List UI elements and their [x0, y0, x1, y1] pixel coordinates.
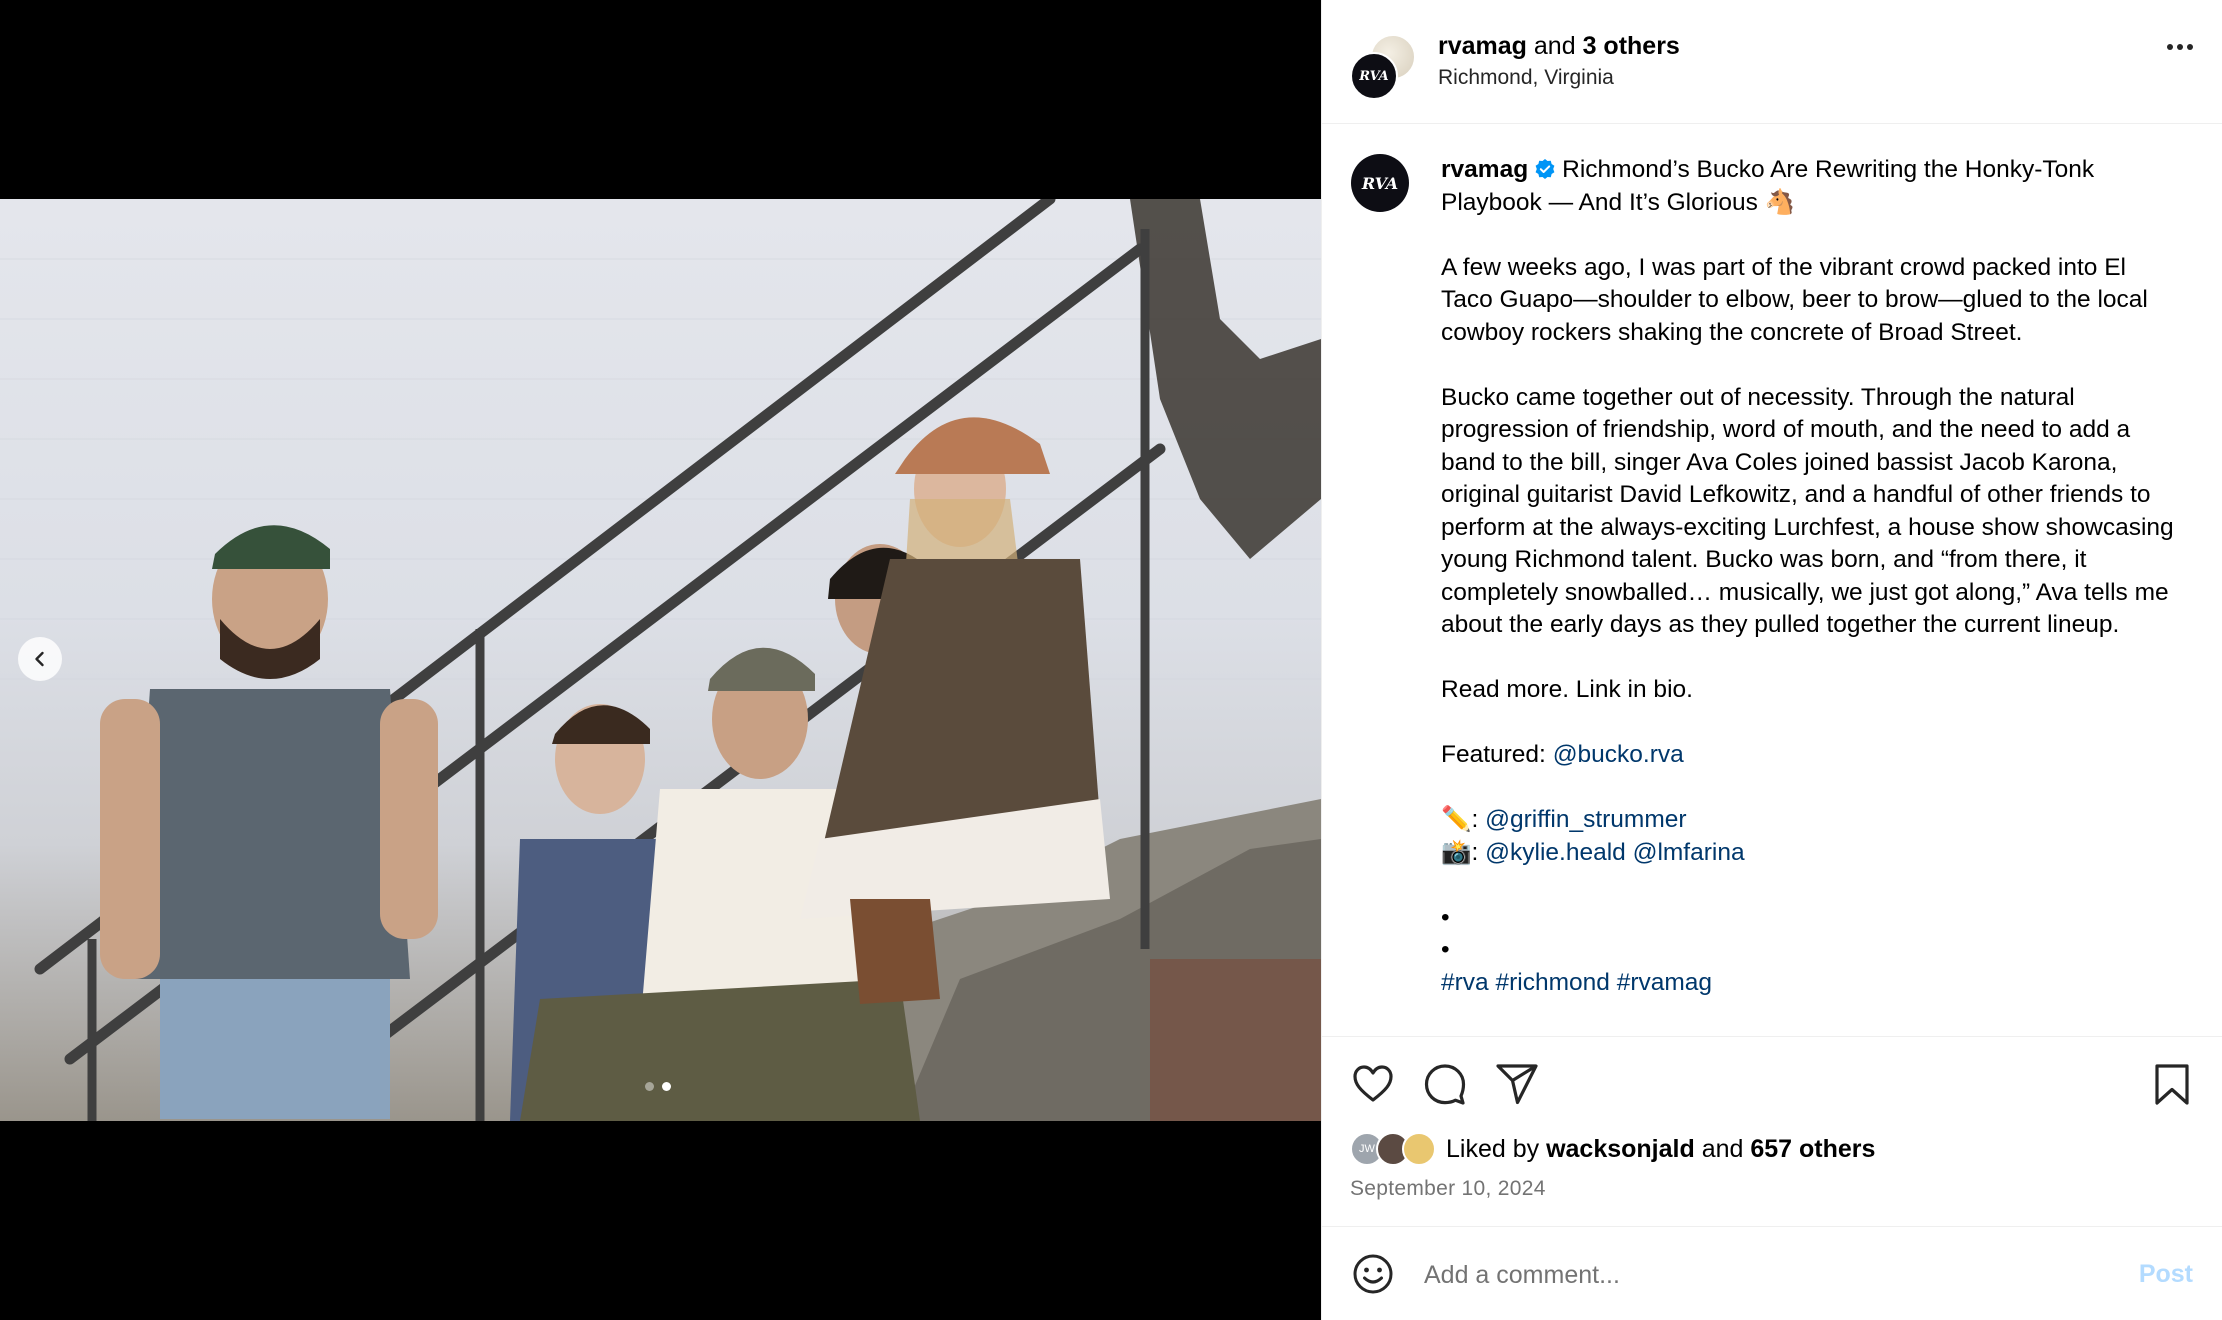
heart-icon[interactable]: [1350, 1061, 1396, 1107]
photographer-mention[interactable]: @kylie.heald: [1485, 839, 1626, 866]
caption-scroll-area[interactable]: RVA rvamag Richmond’s Bucko Are Rewritin…: [1322, 124, 2222, 1036]
coauthors-link[interactable]: 3 others: [1583, 32, 1680, 60]
likes-others-link[interactable]: 657 others: [1750, 1135, 1875, 1163]
caption-photo-credit: 📸: @kylie.heald @lmfarina: [1441, 837, 2181, 870]
comment-input[interactable]: [1422, 1249, 2066, 1301]
liker-avatar[interactable]: [1402, 1132, 1436, 1166]
photographer-mention[interactable]: @lmfarina: [1633, 839, 1745, 866]
carousel-dot-active: [662, 1082, 671, 1091]
post-actions: JW Liked by wacksonjald and 657 others S…: [1322, 1036, 2222, 1226]
caption-hashtags: #rva #richmond #rvamag: [1441, 967, 2181, 1000]
post-date[interactable]: September 10, 2024: [1350, 1177, 1546, 1201]
featured-label: Featured:: [1441, 741, 1546, 768]
post-authors: rvamag and 3 others: [1438, 30, 1680, 62]
writer-mention[interactable]: @griffin_strummer: [1485, 806, 1686, 833]
caption-paragraph: Bucko came together out of necessity. Th…: [1441, 383, 2174, 639]
bookmark-icon[interactable]: [2149, 1061, 2195, 1107]
post-comment-button[interactable]: Post: [2139, 1260, 2193, 1289]
carousel-indicator: [645, 1082, 671, 1091]
collab-avatars[interactable]: RVA: [1350, 34, 1416, 100]
carousel-dot: [645, 1082, 654, 1091]
likes-summary: JW Liked by wacksonjald and 657 others: [1350, 1132, 1875, 1166]
likes-text: Liked by wacksonjald and 657 others: [1446, 1135, 1875, 1164]
author-avatar[interactable]: RVA: [1350, 52, 1398, 100]
likes-joiner: and: [1701, 1134, 1744, 1163]
more-options-icon: [2167, 44, 2173, 50]
caption-writer-credit: ✏️: @griffin_strummer: [1441, 804, 2181, 837]
camera-emoji: 📸:: [1441, 838, 1479, 866]
hashtag-link[interactable]: #rva: [1441, 969, 1489, 996]
hashtag-link[interactable]: #richmond: [1495, 969, 1609, 996]
band-photo-illustration: [0, 199, 1321, 1121]
caption-read-more: Read more. Link in bio.: [1441, 676, 1693, 703]
caption-username[interactable]: rvamag: [1441, 156, 1528, 183]
post-header: RVA rvamag and 3 others Richmond, Virgin…: [1322, 0, 2222, 124]
caption-bullet: •: [1441, 936, 1450, 963]
post-caption: rvamag Richmond’s Bucko Are Rewriting th…: [1441, 154, 2181, 999]
chevron-left-icon: [35, 651, 44, 667]
hashtag-link[interactable]: #rvamag: [1617, 969, 1712, 996]
caption-paragraph: A few weeks ago, I was part of the vibra…: [1441, 253, 2148, 346]
post-media-viewer: [0, 0, 1321, 1320]
more-options-button[interactable]: [2167, 44, 2193, 50]
author-username[interactable]: rvamag: [1438, 32, 1527, 60]
carousel-prev-button[interactable]: [18, 637, 62, 681]
post-location[interactable]: Richmond, Virginia: [1438, 66, 1614, 90]
verified-badge-icon: [1535, 159, 1555, 179]
caption-headline-row: rvamag Richmond’s Bucko Are Rewriting th…: [1441, 154, 2181, 219]
likes-prefix: Liked by: [1446, 1134, 1540, 1163]
more-options-icon-dot: [2177, 44, 2183, 50]
paper-plane-icon[interactable]: [1494, 1061, 1540, 1107]
pencil-emoji: ✏️:: [1441, 806, 1479, 833]
comment-composer: Post: [1322, 1226, 2222, 1320]
comment-bubble-icon[interactable]: [1422, 1061, 1468, 1107]
post-photo: [0, 199, 1321, 1121]
caption-featured: Featured: @bucko.rva: [1441, 739, 2181, 772]
liker-username[interactable]: wacksonjald: [1546, 1135, 1695, 1163]
caption-author-avatar[interactable]: RVA: [1351, 154, 1409, 212]
caption-bullet: •: [1441, 903, 1450, 931]
more-options-icon-dot: [2187, 44, 2193, 50]
featured-mention[interactable]: @bucko.rva: [1553, 741, 1684, 768]
emoji-smiley-icon[interactable]: [1350, 1251, 1396, 1297]
post-side-panel: RVA rvamag and 3 others Richmond, Virgin…: [1321, 0, 2222, 1320]
coauthors-joiner: and: [1533, 32, 1576, 60]
